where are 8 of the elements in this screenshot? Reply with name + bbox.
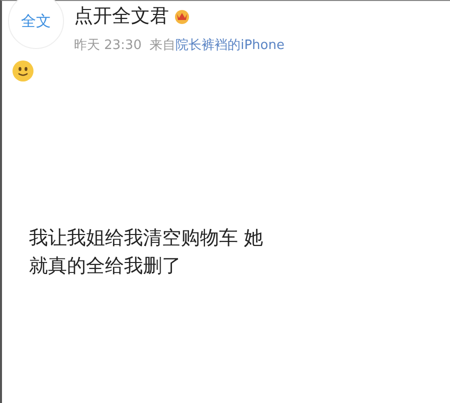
avatar[interactable]: 全文 [8, 0, 64, 49]
post-text: 我让我姐给我清空购物车 她就真的全给我删了 [29, 226, 264, 279]
author-name[interactable]: 点开全文君 [74, 3, 169, 29]
source-label: 来自 [150, 37, 176, 54]
crown-badge-icon [173, 8, 191, 24]
post-time: 昨天 23:30 [74, 37, 142, 54]
source-link[interactable]: 院长裤裆的iPhone [176, 36, 284, 54]
smiley-icon [12, 60, 34, 82]
